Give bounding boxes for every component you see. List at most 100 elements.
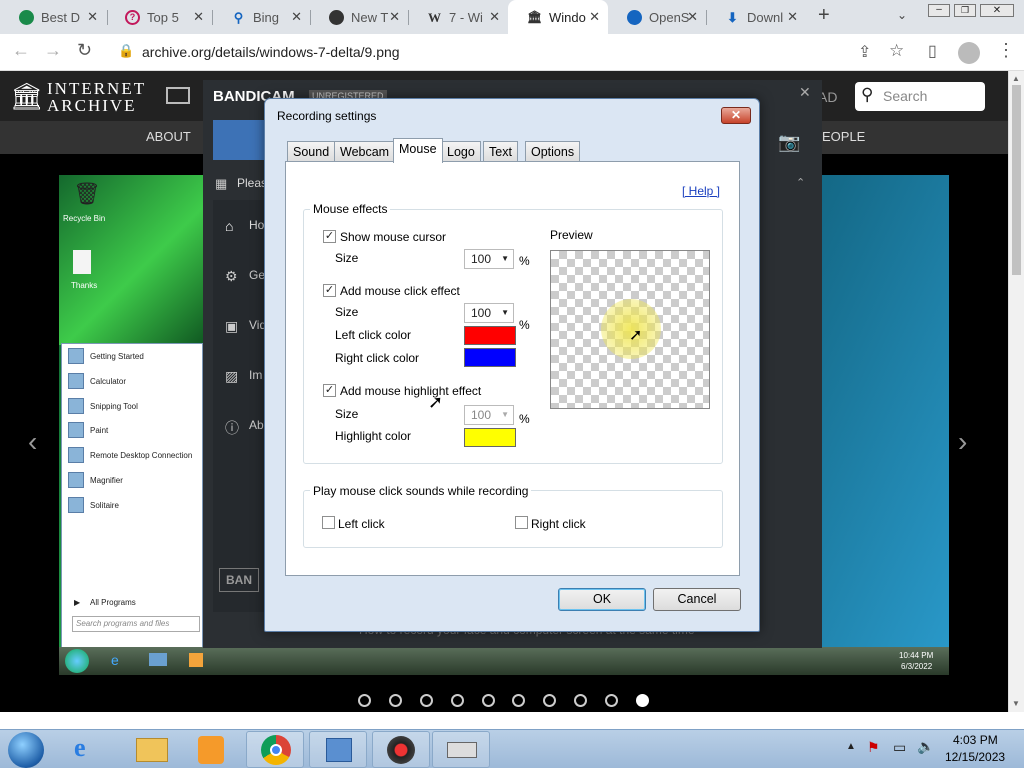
network-icon[interactable]: ▭ bbox=[893, 739, 906, 756]
click-size-select[interactable]: 100 ▼ bbox=[464, 303, 514, 323]
browser-tab-6-active[interactable]: 🏛 Windo ✕ bbox=[508, 0, 608, 34]
control-panel-taskbar-button[interactable] bbox=[309, 731, 367, 768]
close-window-button[interactable]: ✕ bbox=[980, 4, 1014, 17]
sidebar-general[interactable]: Ge bbox=[249, 268, 265, 282]
image-icon[interactable]: ▨ bbox=[225, 368, 238, 385]
right-click-sound-checkbox[interactable] bbox=[515, 516, 528, 529]
home-icon[interactable]: ⌂ bbox=[225, 218, 233, 234]
browser-tab-7[interactable]: OpenS ✕ bbox=[608, 0, 706, 34]
carousel-dot[interactable] bbox=[420, 694, 433, 707]
bandicam-close-icon[interactable]: ✕ bbox=[799, 84, 811, 101]
close-tab-icon[interactable]: ✕ bbox=[87, 9, 98, 25]
address-bar[interactable]: archive.org/details/windows-7-delta/9.pn… bbox=[142, 44, 400, 60]
highlight-color-swatch[interactable] bbox=[464, 428, 516, 447]
chevron-up-icon[interactable]: ⌃ bbox=[796, 176, 805, 189]
carousel-dot[interactable] bbox=[358, 694, 371, 707]
sidebar-icon[interactable]: ▯ bbox=[928, 41, 937, 61]
close-tab-icon[interactable]: ✕ bbox=[787, 9, 798, 25]
chrome-taskbar-button[interactable] bbox=[246, 731, 304, 768]
clock-date[interactable]: 12/15/2023 bbox=[945, 750, 1005, 764]
minimize-button[interactable]: – bbox=[928, 4, 950, 17]
close-tab-icon[interactable]: ✕ bbox=[489, 9, 500, 25]
left-click-color-swatch[interactable] bbox=[464, 326, 516, 345]
browser-tab-4[interactable]: New T ✕ bbox=[310, 0, 408, 34]
star-icon[interactable]: ☆ bbox=[889, 41, 904, 61]
profile-avatar[interactable] bbox=[958, 42, 980, 64]
show-hidden-icons-icon[interactable]: ▲ bbox=[846, 741, 856, 752]
left-click-sound-label[interactable]: Left click bbox=[338, 517, 385, 531]
carousel-dot[interactable] bbox=[451, 694, 464, 707]
help-link[interactable]: [ Help ] bbox=[682, 184, 720, 198]
close-tab-icon[interactable]: ✕ bbox=[193, 9, 204, 25]
carousel-dot-active[interactable] bbox=[636, 694, 649, 707]
close-tab-icon[interactable]: ✕ bbox=[389, 9, 400, 25]
prev-arrow-icon[interactable]: ‹ bbox=[28, 426, 37, 458]
carousel-dot[interactable] bbox=[543, 694, 556, 707]
flag-icon[interactable]: ⚑ bbox=[867, 739, 880, 756]
menu-kebab-icon[interactable]: ⋮ bbox=[997, 40, 1015, 61]
carousel-dot[interactable] bbox=[605, 694, 618, 707]
highlight-effect-label[interactable]: Add mouse highlight effect bbox=[340, 384, 481, 398]
show-cursor-checkbox[interactable]: ✓ bbox=[323, 230, 336, 243]
close-tab-icon[interactable]: ✕ bbox=[291, 9, 302, 25]
highlight-effect-checkbox[interactable]: ✓ bbox=[323, 384, 336, 397]
back-icon[interactable]: ← bbox=[12, 40, 30, 61]
tab-mouse[interactable]: Mouse bbox=[393, 138, 443, 163]
tab-options[interactable]: Options bbox=[525, 141, 581, 162]
cursor-size-select[interactable]: 100 ▼ bbox=[464, 249, 514, 269]
gear-icon[interactable]: ⚙ bbox=[225, 268, 238, 285]
clock-time[interactable]: 4:03 PM bbox=[953, 733, 998, 747]
lock-icon[interactable]: 🔒 bbox=[118, 43, 134, 59]
sidebar-about[interactable]: Ab bbox=[249, 418, 264, 432]
browser-tab-2[interactable]: ? Top 5 ✕ bbox=[106, 0, 212, 34]
keyboard-taskbar-button[interactable] bbox=[432, 731, 490, 768]
close-tab-icon[interactable]: ✕ bbox=[687, 9, 698, 25]
browser-tab-8[interactable]: ⬇ Downl ✕ bbox=[706, 0, 806, 34]
click-effect-checkbox[interactable]: ✓ bbox=[323, 284, 336, 297]
new-tab-button[interactable]: + bbox=[818, 4, 830, 27]
cancel-button[interactable]: Cancel bbox=[653, 588, 741, 611]
left-click-sound-checkbox[interactable] bbox=[322, 516, 335, 529]
chevron-down-icon[interactable]: ⌄ bbox=[897, 8, 907, 22]
carousel-dot[interactable] bbox=[574, 694, 587, 707]
internet-explorer-icon[interactable]: e bbox=[74, 733, 86, 763]
browser-tab-5[interactable]: W7 - Wi ✕ bbox=[408, 0, 508, 34]
carousel-dot[interactable] bbox=[482, 694, 495, 707]
media-icon[interactable] bbox=[166, 87, 190, 104]
sidebar-image[interactable]: Im bbox=[249, 368, 262, 382]
start-button-icon[interactable] bbox=[8, 732, 44, 768]
menu-about[interactable]: ABOUT bbox=[146, 129, 191, 144]
menu-people[interactable]: EOPLE bbox=[822, 129, 865, 144]
search-input[interactable]: ⚲ Search bbox=[855, 82, 985, 111]
bandicam-taskbar-button[interactable] bbox=[372, 731, 430, 768]
page-scrollbar[interactable]: ▲ ▼ bbox=[1008, 71, 1024, 712]
video-icon[interactable]: ▣ bbox=[225, 318, 238, 335]
browser-tab-3[interactable]: ⚲ Bing ✕ bbox=[212, 0, 310, 34]
rectangle-mode-icon[interactable] bbox=[213, 120, 269, 160]
forward-icon[interactable]: → bbox=[44, 40, 62, 61]
tab-sound[interactable]: Sound bbox=[287, 141, 336, 162]
click-effect-label[interactable]: Add mouse click effect bbox=[340, 284, 460, 298]
ok-button[interactable]: OK bbox=[558, 588, 646, 611]
reload-icon[interactable]: ↻ bbox=[77, 40, 92, 61]
close-tab-icon[interactable]: ✕ bbox=[589, 9, 600, 25]
next-arrow-icon[interactable]: › bbox=[958, 426, 967, 458]
carousel-dot[interactable] bbox=[512, 694, 525, 707]
right-click-color-swatch[interactable] bbox=[464, 348, 516, 367]
camera-icon[interactable]: 📷 bbox=[778, 132, 800, 153]
dialog-close-button[interactable]: ✕ bbox=[721, 107, 751, 124]
highlight-size-select[interactable]: 100 ▼ bbox=[464, 405, 514, 425]
volume-icon[interactable]: 🔈 bbox=[917, 738, 934, 755]
show-cursor-label[interactable]: Show mouse cursor bbox=[340, 230, 446, 244]
share-icon[interactable]: ⇪ bbox=[858, 42, 871, 62]
explorer-folder-icon[interactable] bbox=[136, 738, 168, 762]
media-player-icon[interactable] bbox=[198, 736, 224, 764]
archive-logo-icon[interactable]: 🏛 bbox=[10, 81, 43, 112]
sidebar-home[interactable]: Ho bbox=[249, 218, 264, 232]
right-click-sound-label[interactable]: Right click bbox=[531, 517, 586, 531]
browser-tab-1[interactable]: Best D ✕ bbox=[0, 0, 106, 34]
tab-logo[interactable]: Logo bbox=[441, 141, 481, 162]
carousel-dot[interactable] bbox=[389, 694, 402, 707]
restore-button[interactable]: ❐ bbox=[954, 4, 976, 17]
info-icon[interactable]: ⓘ bbox=[225, 418, 239, 438]
